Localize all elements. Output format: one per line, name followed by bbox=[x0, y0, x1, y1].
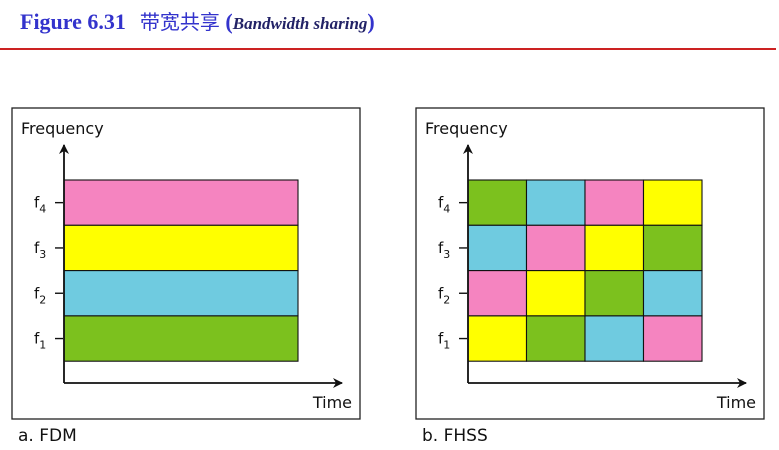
band-cell bbox=[467, 315, 528, 362]
band-cell bbox=[642, 224, 703, 272]
frequency-label-subscript: 4 bbox=[39, 203, 46, 216]
band-cell bbox=[584, 224, 645, 272]
frequency-label: f1 bbox=[34, 330, 46, 352]
band-cell bbox=[584, 315, 645, 362]
frequency-label: f3 bbox=[438, 239, 450, 261]
frequency-label-subscript: 3 bbox=[39, 248, 46, 261]
panel-caption: a. FDM bbox=[18, 426, 77, 446]
band-cell bbox=[467, 179, 528, 226]
y-axis-label: Frequency bbox=[425, 119, 508, 138]
band-cell bbox=[642, 179, 703, 226]
frequency-label: f2 bbox=[34, 284, 46, 306]
band-cell bbox=[525, 179, 586, 226]
band-cell bbox=[525, 224, 586, 272]
fdm-panel: Frequency Time f4 f3 f2 f1 a. FDM bbox=[11, 107, 361, 446]
band-cell bbox=[584, 179, 645, 226]
band-cell bbox=[584, 270, 645, 317]
band-cell bbox=[525, 270, 586, 317]
band-cell bbox=[63, 179, 299, 226]
frequency-label-subscript: 2 bbox=[39, 293, 46, 306]
frequency-label: f4 bbox=[438, 194, 450, 216]
frequency-label: f3 bbox=[34, 239, 46, 261]
x-axis-label: Time bbox=[716, 393, 756, 412]
band-cell bbox=[63, 270, 299, 317]
band-cell bbox=[63, 224, 299, 272]
frequency-label-subscript: 1 bbox=[443, 339, 450, 352]
bandwidth-sharing-diagram: Frequency Time f4 f3 f2 f1 a. FDM Frequency Tim… bbox=[11, 107, 765, 446]
band-cell bbox=[525, 315, 586, 362]
frequency-label: f4 bbox=[34, 194, 46, 216]
frequency-label-subscript: 2 bbox=[443, 293, 450, 306]
frequency-label-subscript: 1 bbox=[39, 339, 46, 352]
x-axis-label: Time bbox=[312, 393, 352, 412]
band-cell bbox=[467, 224, 528, 272]
band-cell bbox=[63, 315, 299, 362]
panel-caption: b. FHSS bbox=[422, 426, 488, 446]
fhss-panel: Frequency Time f4 f3 f2 f1 b. FHSS bbox=[415, 107, 765, 446]
band-cell bbox=[642, 270, 703, 317]
band-cell bbox=[642, 315, 703, 362]
frequency-label: f1 bbox=[438, 330, 450, 352]
frequency-label-subscript: 3 bbox=[443, 248, 450, 261]
frequency-label-subscript: 4 bbox=[443, 203, 450, 216]
frequency-label: f2 bbox=[438, 284, 450, 306]
band-cell bbox=[467, 270, 528, 317]
y-axis-label: Frequency bbox=[21, 119, 104, 138]
